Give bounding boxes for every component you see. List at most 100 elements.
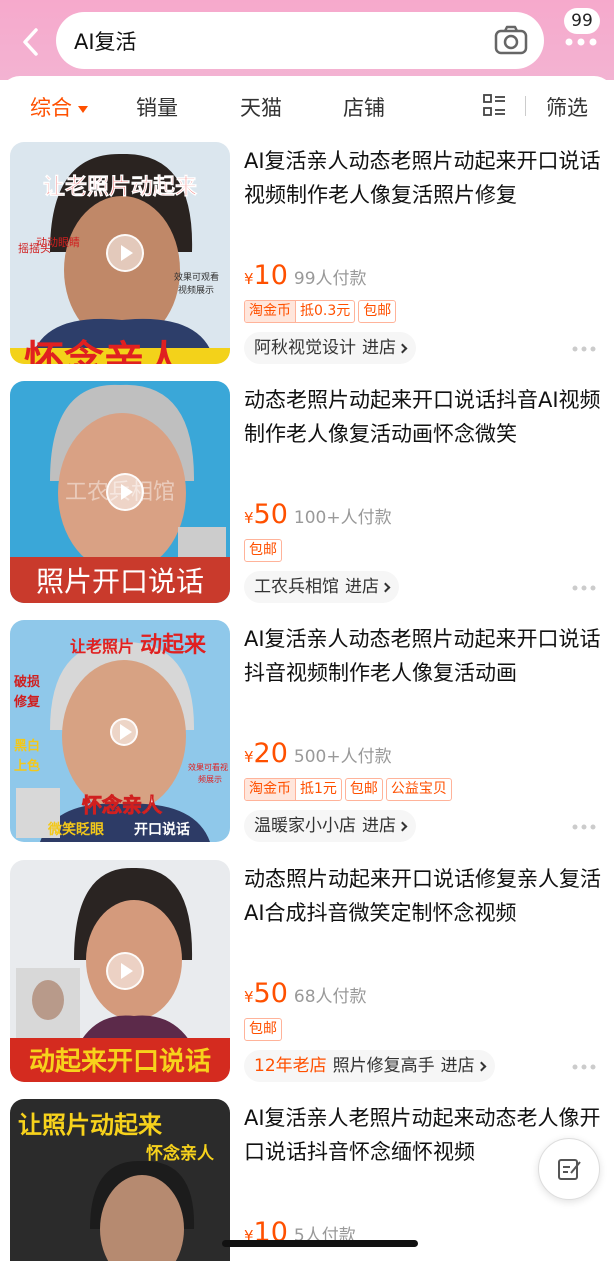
tag-row: 淘金币 抵1元 包邮 公益宝贝 — [244, 778, 455, 802]
top-bar: AI复活 99 — [0, 0, 614, 80]
more-icon[interactable] — [572, 585, 596, 591]
svg-text:微笑眨眼: 微笑眨眼 — [47, 821, 104, 838]
product-card[interactable]: 动起来开口说话 动态照片动起来开口说话修复亲人复活AI合成抖音微笑定制怀念视频 … — [0, 860, 614, 1100]
thumb-bottom-text: 照片开口说话 — [36, 565, 204, 598]
more-options-icon[interactable] — [564, 36, 598, 48]
currency-symbol: ¥ — [244, 988, 254, 1006]
svg-text:频展示: 频展示 — [198, 774, 222, 784]
free-shipping-tag: 包邮 — [344, 778, 383, 801]
thumb-note: 视频展示 — [178, 284, 214, 296]
enter-shop-label: 进店 — [345, 577, 379, 597]
thumb-bottom-text: 动起来开口说话 — [29, 1047, 211, 1077]
chevron-right-icon — [476, 1061, 487, 1072]
product-thumbnail[interactable]: 怀念亲人 让老照片动起来 摇摇头 动动眼睛 效果可观看 视频展示 — [10, 142, 230, 364]
tab-label: 综合 — [30, 96, 72, 120]
enter-shop-label: 进店 — [362, 816, 396, 836]
thumb-top-text: 让照片动起来 — [18, 1111, 163, 1139]
free-shipping-tag: 包邮 — [244, 1018, 282, 1041]
tab-sales[interactable]: 销量 — [136, 92, 178, 122]
svg-text:效果可看视: 效果可看视 — [188, 762, 228, 772]
enter-shop-label: 进店 — [362, 338, 396, 358]
product-thumbnail[interactable]: 工农兵相馆 照片开口说话 — [10, 381, 230, 603]
feedback-button[interactable] — [538, 1138, 600, 1200]
currency-symbol: ¥ — [244, 270, 254, 288]
shop-link[interactable]: 12年老店 照片修复高手 进店 — [244, 1050, 495, 1082]
svg-text:黑白: 黑白 — [14, 738, 40, 754]
product-thumbnail[interactable]: 让照片动起来 怀念亲人 — [10, 1099, 230, 1261]
thumb-top-text: 让老照片 — [70, 637, 134, 656]
divider — [525, 96, 526, 116]
thumb-note: 效果可观看 — [174, 271, 219, 283]
search-input[interactable]: AI复活 — [56, 12, 544, 69]
price-row: ¥20 500+人付款 — [244, 738, 392, 772]
thumb-side-text: 动动眼睛 — [36, 236, 80, 249]
enter-shop-label: 进店 — [440, 1056, 475, 1076]
sales-count: 68人付款 — [293, 987, 367, 1007]
message-count-badge[interactable]: 99 — [564, 8, 600, 34]
charity-tag: 公益宝贝 — [385, 778, 452, 801]
shop-link[interactable]: 阿秋视觉设计 进店 — [244, 332, 416, 364]
home-indicator — [222, 1240, 418, 1247]
play-icon[interactable] — [110, 718, 138, 746]
price-row: ¥50 68人付款 — [244, 978, 367, 1012]
product-title[interactable]: AI复活亲人动态老照片动起来开口说话抖音视频制作老人像复活动画 — [244, 622, 604, 690]
price: 10 — [253, 260, 288, 291]
taojinbi-tag: 淘金币 抵1元 — [244, 778, 342, 801]
tab-tmall[interactable]: 天猫 — [240, 92, 282, 122]
taojinbi-tag: 淘金币 抵0.3元 — [244, 300, 356, 323]
product-card[interactable]: 让照片动起来 怀念亲人 AI复活亲人老照片动起来动态老人像开口说话抖音怀念缅怀视… — [0, 1099, 614, 1261]
product-card[interactable]: 怀念亲人 让老照片动起来 摇摇头 动动眼睛 效果可观看 视频展示 AI复活亲人动… — [0, 142, 614, 382]
svg-text:开口说话: 开口说话 — [134, 821, 190, 838]
tag-row: 包邮 — [244, 539, 285, 563]
thumb-top-text: 让老照片动起来 — [43, 175, 198, 200]
thumb-sub-text: 怀念亲人 — [146, 1143, 215, 1164]
shop-name: 工农兵相馆 — [254, 577, 339, 597]
svg-text:破损: 破损 — [14, 674, 40, 690]
product-thumbnail[interactable]: 让老照片 动起来 破损 修复 黑白 上色 效果可看视 频展示 怀念亲人 微笑眨眼… — [10, 620, 230, 842]
shop-age-badge: 12年老店 — [254, 1056, 327, 1076]
tab-shops[interactable]: 店铺 — [343, 92, 385, 122]
free-shipping-tag: 包邮 — [244, 539, 282, 562]
play-icon[interactable] — [106, 473, 144, 511]
more-icon[interactable] — [572, 346, 596, 352]
product-title[interactable]: 动态老照片动起来开口说话抖音AI视频制作老人像复活动画怀念微笑 — [244, 383, 604, 451]
svg-text:上色: 上色 — [14, 758, 40, 774]
more-icon[interactable] — [572, 824, 596, 830]
layout-toggle-icon[interactable] — [482, 93, 506, 117]
edit-icon — [558, 1159, 581, 1180]
price-row: ¥10 99人付款 — [244, 260, 367, 294]
price-row: ¥50 100+人付款 — [244, 499, 392, 533]
product-thumbnail[interactable]: 动起来开口说话 — [10, 860, 230, 1082]
thumb-mid-text: 怀念亲人 — [82, 793, 163, 817]
shop-name: 照片修复高手 — [332, 1056, 435, 1076]
svg-text:修复: 修复 — [13, 694, 41, 710]
camera-search-button[interactable] — [494, 24, 528, 56]
shop-name: 阿秋视觉设计 — [254, 338, 356, 358]
tab-comprehensive[interactable]: 综合 — [30, 92, 88, 122]
shop-name: 温暖家小小店 — [254, 816, 356, 836]
product-card[interactable]: 工农兵相馆 照片开口说话 动态老照片动起来开口说话抖音AI视频制作老人像复活动画… — [0, 381, 614, 621]
product-title[interactable]: AI复活亲人动态老照片动起来开口说话视频制作老人像复活照片修复 — [244, 144, 604, 212]
play-icon[interactable] — [106, 234, 144, 272]
search-query: AI复活 — [74, 30, 137, 54]
chevron-right-icon — [380, 582, 391, 593]
filter-button[interactable]: 筛选 — [546, 92, 588, 122]
tag-row: 淘金币 抵0.3元 包邮 — [244, 300, 399, 324]
price: 50 — [253, 499, 288, 530]
play-icon[interactable] — [106, 952, 144, 990]
product-title[interactable]: 动态照片动起来开口说话修复亲人复活AI合成抖音微笑定制怀念视频 — [244, 862, 604, 930]
free-shipping-tag: 包邮 — [358, 300, 397, 323]
chevron-right-icon — [397, 343, 408, 354]
chevron-right-icon — [397, 821, 408, 832]
shop-link[interactable]: 温暖家小小店 进店 — [244, 810, 416, 842]
shop-link[interactable]: 工农兵相馆 进店 — [244, 571, 399, 603]
back-button[interactable] — [14, 22, 48, 62]
back-arrow-icon — [23, 28, 38, 56]
camera-icon — [494, 25, 528, 55]
thumb-top-text: 动起来 — [140, 633, 207, 658]
more-icon[interactable] — [572, 1064, 596, 1070]
thumb-bottom-text: 怀念亲人 — [24, 338, 184, 364]
currency-symbol: ¥ — [244, 509, 254, 527]
product-card[interactable]: 让老照片 动起来 破损 修复 黑白 上色 效果可看视 频展示 怀念亲人 微笑眨眼… — [0, 620, 614, 860]
price: 50 — [253, 978, 288, 1009]
